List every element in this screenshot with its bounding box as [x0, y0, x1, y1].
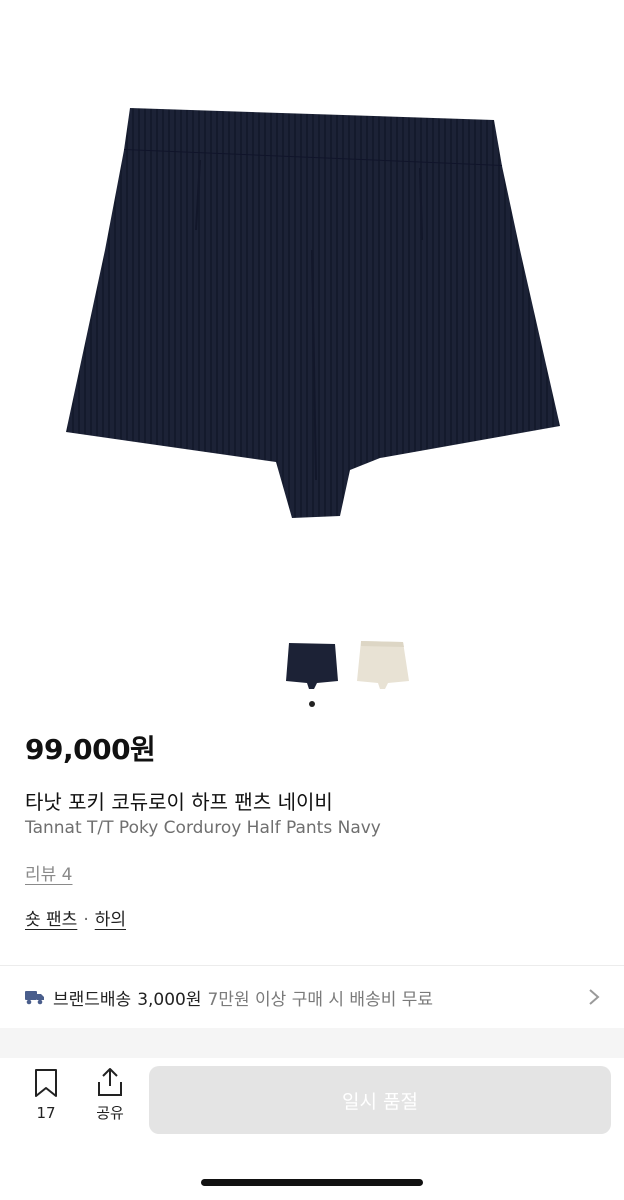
bookmark-count: 17	[36, 1104, 56, 1122]
shipping-label: 브랜드배송	[53, 989, 132, 1010]
bookmark-icon	[35, 1069, 57, 1097]
shipping-free-note: 7만원 이상 구매 시 배송비 무료	[207, 989, 434, 1010]
shorts-illustration	[66, 108, 560, 518]
product-hero-image[interactable]	[0, 0, 624, 624]
category-separator: ·	[83, 910, 89, 930]
category-link-shorts[interactable]: 숏 팬츠	[25, 910, 77, 930]
product-name-korean: 타낫 포키 코듀로이 하프 팬츠 네이비	[25, 790, 333, 814]
thumbnail-strip	[0, 637, 624, 691]
truck-icon	[25, 991, 44, 1005]
chevron-right-icon	[589, 989, 600, 1005]
shipping-info-row[interactable]: 브랜드배송 3,000원 7만원 이상 구매 시 배송비 무료	[0, 966, 624, 1028]
shorts-beige-thumbnail[interactable]	[353, 637, 411, 691]
bookmark-button[interactable]: 17	[20, 1068, 72, 1128]
gallery-page-indicator	[309, 701, 315, 707]
sold-out-button[interactable]: 일시 품절	[149, 1066, 611, 1134]
share-label: 공유	[96, 1104, 124, 1122]
category-breadcrumb: 숏 팬츠 · 하의	[25, 905, 126, 930]
share-button[interactable]: 공유	[84, 1066, 136, 1128]
home-indicator	[201, 1179, 423, 1186]
review-link[interactable]: 리뷰 4	[25, 860, 73, 885]
share-icon	[98, 1068, 122, 1096]
shorts-navy-thumbnail[interactable]	[283, 637, 341, 691]
product-name-english: Tannat T/T Poky Corduroy Half Pants Navy	[25, 818, 381, 838]
shipping-price: 3,000원	[137, 989, 202, 1010]
section-gap	[0, 1028, 624, 1058]
category-link-bottoms[interactable]: 하의	[95, 910, 126, 930]
product-price: 99,000원	[25, 733, 156, 766]
